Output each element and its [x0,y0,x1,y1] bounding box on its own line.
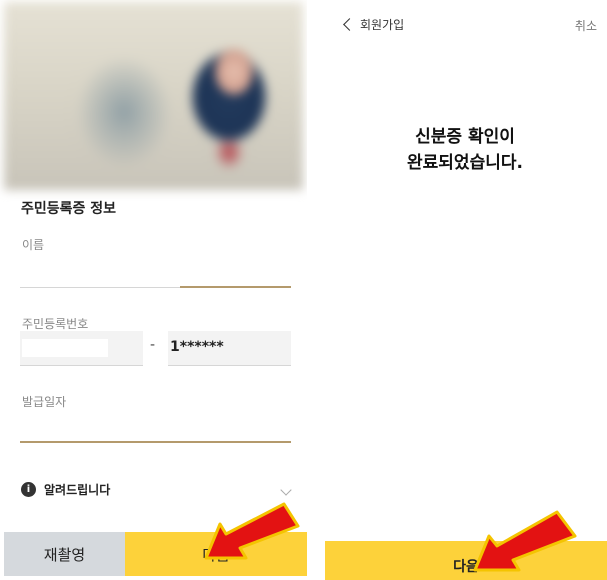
info-icon: i [21,482,36,497]
name-field[interactable] [20,256,291,288]
red-arrow-icon [473,510,577,572]
completion-message-line1: 신분증 확인이 [415,127,515,147]
cancel-button[interactable]: 취소 [575,17,597,34]
section-title: 주민등록증 정보 [21,201,117,217]
rrn-label: 주민등록번호 [22,317,89,331]
issue-date-label: 발급일자 [22,395,67,409]
chevron-down-icon[interactable] [280,484,292,496]
rrn-front-underline [20,365,143,366]
panel-divider [307,0,323,580]
name-label: 이름 [22,238,45,252]
notice-toggle[interactable]: i 알려드립니다 [21,481,110,498]
issue-date-field[interactable] [20,410,291,442]
id-info-screen: 주민등록증 정보 이름 주민등록번호 - 1****** 발급일자 i 알려드립… [0,0,307,580]
retake-button[interactable]: 재촬영 [4,532,125,576]
id-card-photo [4,2,303,190]
rrn-back-value: 1****** [170,339,224,355]
issue-date-underline [20,441,291,443]
notice-label: 알려드립니다 [44,483,111,497]
header-title: 회원가입 [360,18,405,32]
rrn-front-masked [22,339,108,357]
rrn-separator: - [150,337,156,353]
completion-message: 신분증 확인이 완료되었습니다. [323,124,607,176]
completion-message-line2: 완료되었습니다. [407,153,523,173]
red-arrow-icon [204,502,300,560]
name-field-underline-focus [180,286,291,288]
rrn-back-underline [168,365,291,366]
back-chevron-icon[interactable] [343,18,356,31]
name-field-underline [20,287,180,288]
verification-complete-screen: 회원가입 취소 신분증 확인이 완료되었습니다. 다음 [323,0,607,580]
